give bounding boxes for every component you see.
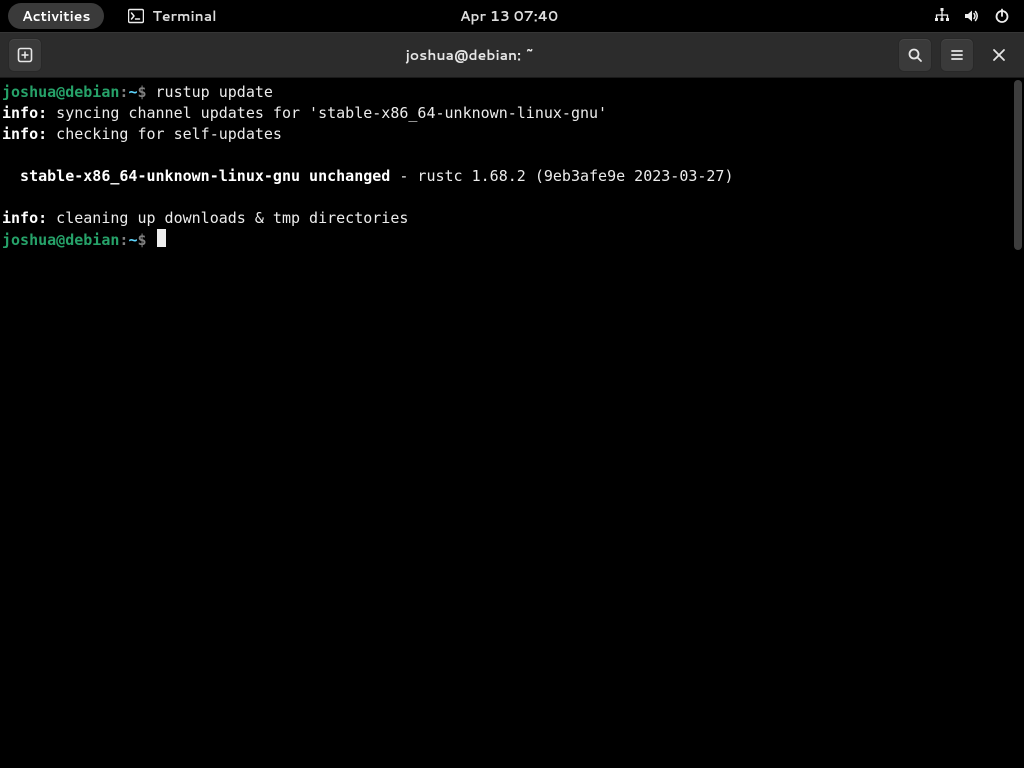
info-label: info: <box>2 104 47 122</box>
activities-button[interactable]: Activities <box>8 3 104 29</box>
gnome-top-bar: Activities Terminal Apr 13 07:40 <box>0 0 1024 32</box>
prompt-userhost: joshua@debian <box>2 231 119 249</box>
toolchain-status: stable-x86_64-unknown-linux-gnu unchange… <box>2 167 390 185</box>
scrollbar[interactable] <box>1012 78 1024 768</box>
prompt-dollar: $ <box>137 231 146 249</box>
terminal-icon <box>128 8 144 24</box>
info-label: info: <box>2 125 47 143</box>
close-button[interactable] <box>982 38 1016 72</box>
app-menu[interactable]: Terminal <box>128 6 216 26</box>
hamburger-menu-button[interactable] <box>940 38 974 72</box>
app-menu-label: Terminal <box>152 6 216 26</box>
terminal-window: joshua@debian: ~ <box>0 32 1024 768</box>
search-button[interactable] <box>898 38 932 72</box>
terminal-output[interactable]: joshua@debian:~$ rustup update info: syn… <box>0 78 1012 768</box>
command-text: rustup update <box>147 83 273 101</box>
info-text: checking for self-updates <box>47 125 282 143</box>
new-tab-button[interactable] <box>8 38 42 72</box>
header-bar: joshua@debian: ~ <box>0 32 1024 78</box>
info-label: info: <box>2 209 47 227</box>
scrollbar-thumb[interactable] <box>1014 80 1022 250</box>
prompt-userhost: joshua@debian <box>2 83 119 101</box>
network-icon[interactable] <box>934 8 950 24</box>
window-title: joshua@debian: ~ <box>42 45 898 65</box>
clock[interactable]: Apr 13 07:40 <box>460 6 558 26</box>
toolchain-version: - rustc 1.68.2 (9eb3afe9e 2023-03-27) <box>390 167 733 185</box>
info-text: cleaning up downloads & tmp directories <box>47 209 408 227</box>
info-text: syncing channel updates for 'stable-x86_… <box>47 104 607 122</box>
volume-icon[interactable] <box>964 8 980 24</box>
cursor <box>157 229 166 247</box>
prompt-dollar: $ <box>137 83 146 101</box>
power-icon[interactable] <box>994 8 1010 24</box>
